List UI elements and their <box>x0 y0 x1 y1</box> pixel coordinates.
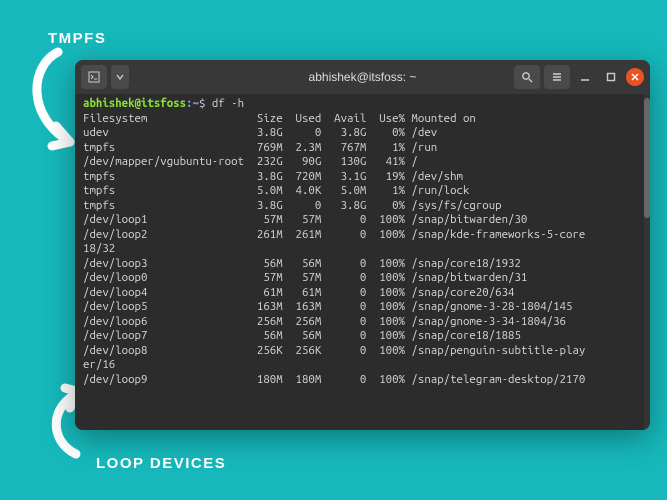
close-icon <box>631 73 639 81</box>
terminal-window: abhishek@itsfoss: ~ abhishek@itsfoss:~$ … <box>75 60 650 430</box>
maximize-button[interactable] <box>600 66 622 88</box>
chevron-down-icon <box>116 73 124 81</box>
titlebar: abhishek@itsfoss: ~ <box>75 60 650 94</box>
scrollbar-track[interactable] <box>644 94 650 430</box>
annotation-loop-devices: LOOP DEVICES <box>96 455 226 472</box>
search-button[interactable] <box>514 65 540 89</box>
annotation-tmpfs: TMPFS <box>48 30 106 47</box>
terminal-output: abhishek@itsfoss:~$ df -h Filesystem Siz… <box>83 97 642 387</box>
terminal-icon <box>88 71 100 83</box>
tab-dropdown-button[interactable] <box>111 65 129 89</box>
search-icon <box>521 71 533 83</box>
terminal-body[interactable]: abhishek@itsfoss:~$ df -h Filesystem Siz… <box>75 94 650 430</box>
new-tab-button[interactable] <box>81 65 107 89</box>
minimize-icon <box>580 72 590 82</box>
minimize-button[interactable] <box>574 66 596 88</box>
scrollbar-thumb[interactable] <box>644 98 650 218</box>
maximize-icon <box>606 72 616 82</box>
hamburger-icon <box>551 71 563 83</box>
close-button[interactable] <box>626 68 644 86</box>
menu-button[interactable] <box>544 65 570 89</box>
